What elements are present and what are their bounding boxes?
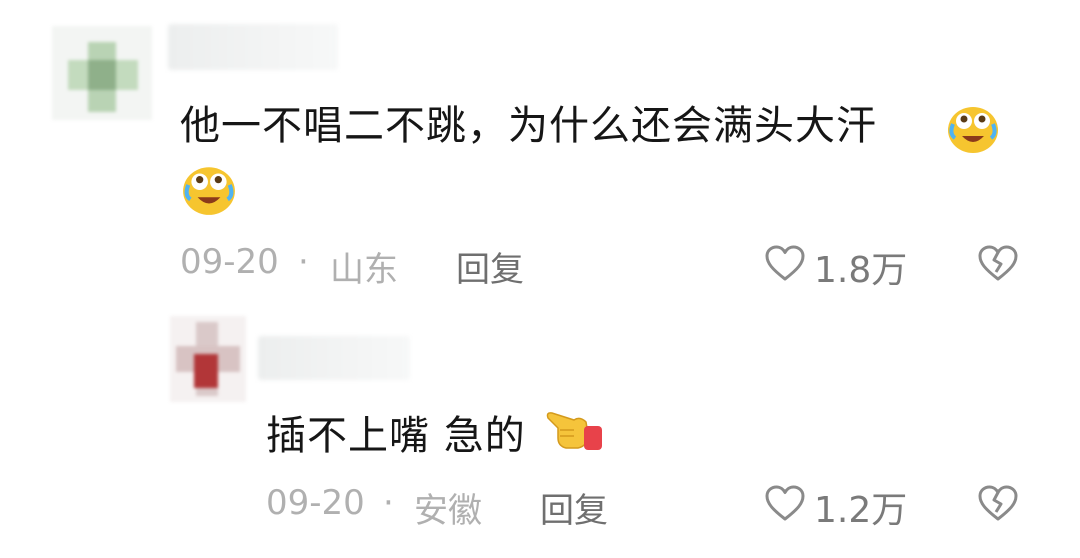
heart-outline-icon[interactable] bbox=[764, 244, 806, 282]
avatar[interactable] bbox=[170, 316, 246, 402]
comment-location: 山东 bbox=[330, 250, 398, 290]
comment-location: 安徽 bbox=[414, 491, 482, 531]
broken-heart-icon[interactable] bbox=[977, 484, 1019, 522]
comment-date: 09-20 bbox=[266, 483, 365, 523]
heart-outline-icon[interactable] bbox=[764, 484, 806, 522]
comment-text: 他一不唱二不跳，为什么还会满头大汗 bbox=[180, 98, 960, 154]
comment-text: 插不上嘴 急的 bbox=[266, 408, 566, 464]
crying-laughing-emoji bbox=[183, 167, 235, 215]
crying-laughing-emoji bbox=[948, 107, 998, 153]
username-blurred[interactable] bbox=[258, 336, 410, 380]
reply-button[interactable]: 回复 bbox=[456, 242, 524, 291]
reply-button[interactable]: 回复 bbox=[540, 483, 608, 532]
comment-date: 09-20 bbox=[180, 242, 279, 282]
avatar[interactable] bbox=[52, 26, 152, 120]
meta-separator: · bbox=[383, 483, 394, 523]
username-blurred[interactable] bbox=[168, 24, 338, 70]
broken-heart-icon[interactable] bbox=[977, 244, 1019, 282]
meta-separator: · bbox=[298, 242, 309, 282]
comment-body: 他一不唱二不跳，为什么还会满头大汗 bbox=[180, 103, 877, 149]
like-count: 1.2万 bbox=[814, 490, 908, 531]
pointing-hand-emoji bbox=[546, 412, 602, 450]
like-count: 1.8万 bbox=[814, 250, 908, 291]
comment-body: 插不上嘴 急的 bbox=[266, 413, 526, 459]
